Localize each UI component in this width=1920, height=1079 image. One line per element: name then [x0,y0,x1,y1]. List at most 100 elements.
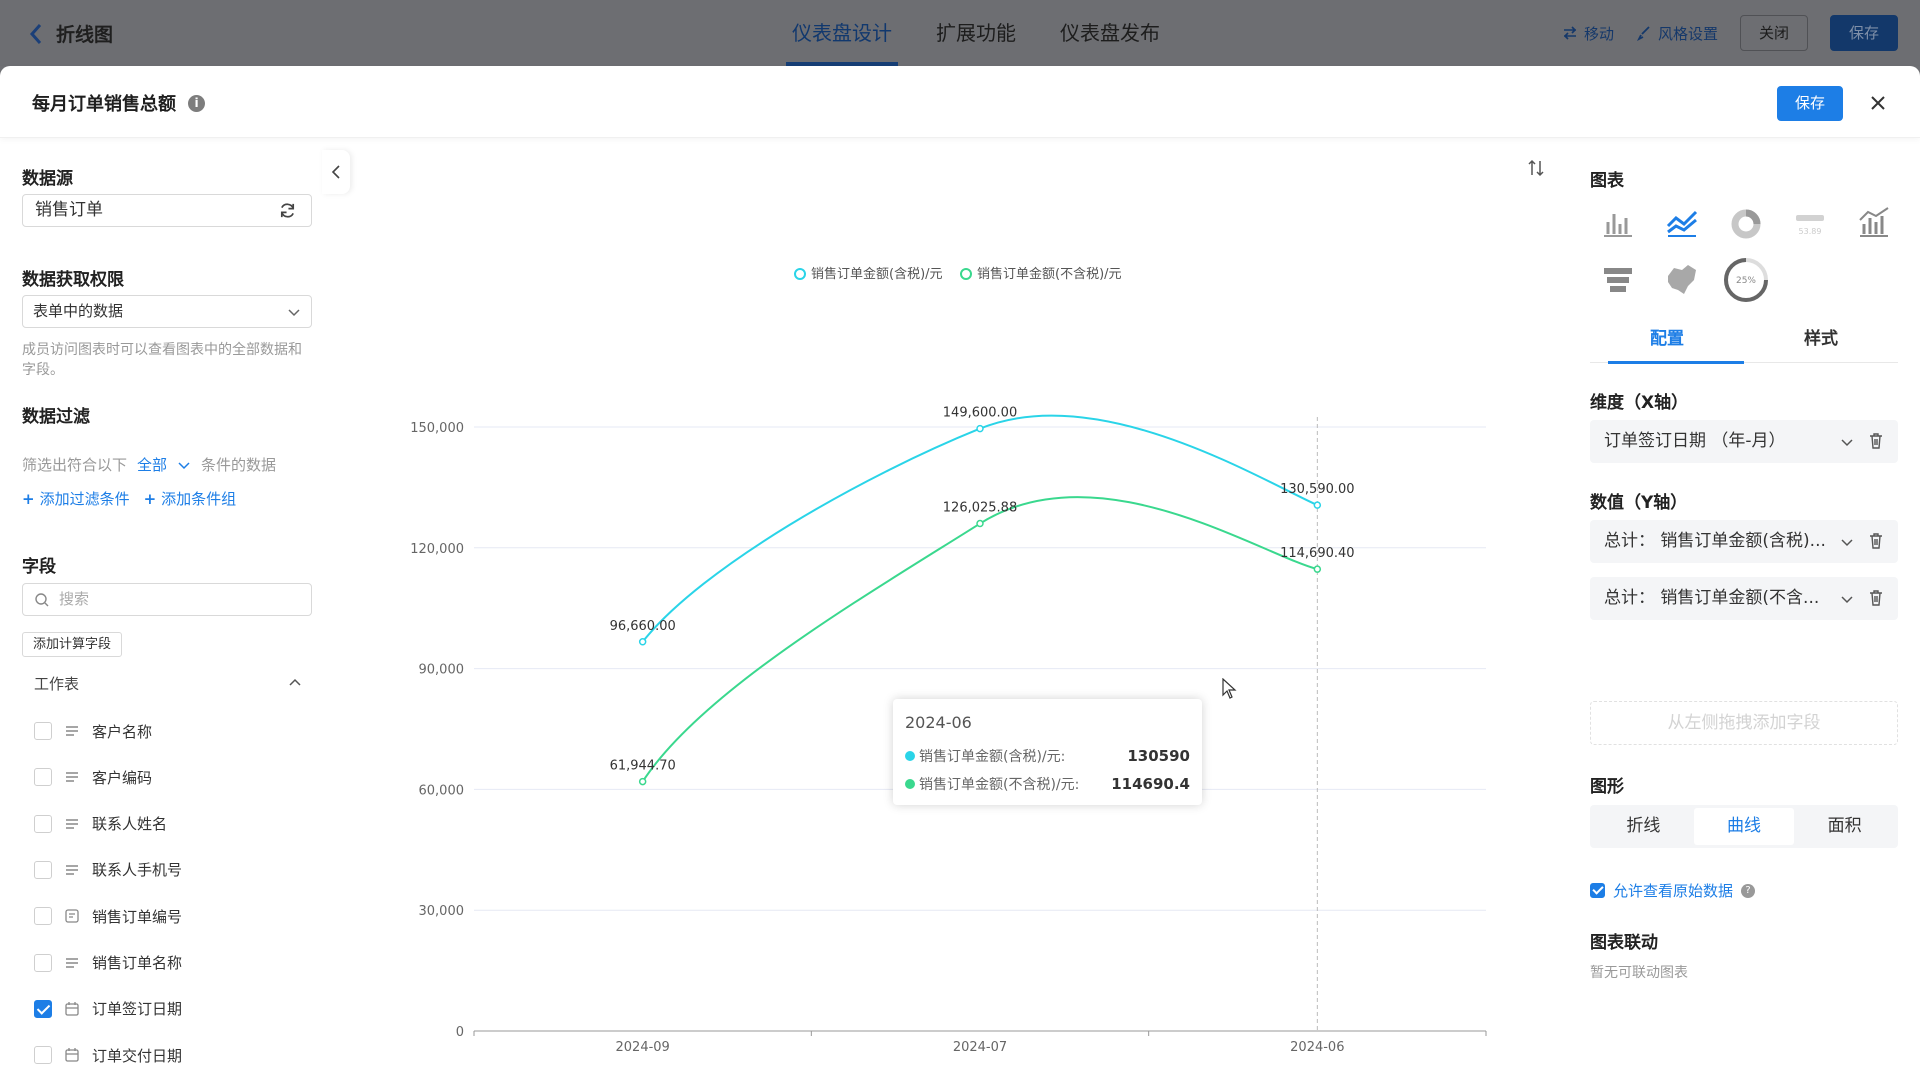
tab-extensions[interactable]: 扩展功能 [914,0,1038,66]
data-label: 126,025.88 [943,501,1017,516]
chart-title-text[interactable]: 每月订单销售总额 [32,90,176,116]
series-dot-icon [905,751,915,761]
chevron-down-icon[interactable] [1840,592,1854,606]
field-search-input[interactable]: 搜索 [22,583,312,616]
field-item[interactable]: 订单交付日期 [34,1044,182,1066]
back-label: 折线图 [56,24,114,46]
tab-style[interactable]: 样式 [1744,323,1898,362]
dialog-save-button[interactable]: 保存 [1777,86,1843,121]
calendar-icon [65,1001,79,1016]
shape-option-line[interactable]: 折线 [1593,808,1694,845]
close-button[interactable]: 关闭 [1739,15,1808,51]
field-checkbox[interactable] [34,953,52,972]
field-item[interactable]: 销售订单编号 [34,905,182,927]
field-label: 订单交付日期 [92,1046,183,1065]
allow-raw-data-checkbox[interactable] [1590,883,1605,898]
map-chart-icon[interactable] [1662,260,1702,300]
bar-chart-icon[interactable] [1598,204,1638,244]
trash-icon[interactable] [1868,432,1884,450]
field-item[interactable]: 联系人手机号 [34,859,182,881]
gauge-chart-icon[interactable]: 25% [1722,256,1770,304]
trash-icon[interactable] [1868,589,1884,607]
move-label: 移动 [1583,24,1614,43]
datasource-value: 销售订单 [35,200,103,220]
worksheet-group-header[interactable]: 工作表 [34,673,312,694]
chevron-down-icon[interactable] [177,458,191,472]
field-item[interactable]: 客户编码 [34,766,152,788]
x-tick-label: 2024-07 [953,1040,1007,1055]
trash-icon[interactable] [1868,532,1884,550]
close-icon[interactable] [1865,90,1891,116]
field-item[interactable]: 销售订单名称 [34,952,182,974]
top-tabs: 仪表盘设计 扩展功能 仪表盘发布 [770,0,1182,66]
field-checkbox[interactable] [34,722,52,740]
field-item[interactable]: 联系人姓名 [34,813,167,835]
value-field[interactable]: 总计： 销售订单金额(含税)... [1590,520,1898,563]
field-drop-zone[interactable]: 从左侧拖拽添加字段 [1590,701,1898,745]
line-chart-icon[interactable] [1662,204,1702,244]
permission-select[interactable]: 表单中的数据 [22,295,312,328]
dimension-title: 维度（X轴） [1590,393,1689,413]
filter-title: 数据过滤 [22,407,90,427]
filter-actions: + 添加过滤条件 + 添加条件组 [22,488,236,509]
field-checkbox[interactable] [34,768,52,787]
add-group-button[interactable]: + 添加条件组 [144,488,237,509]
donut-chart-icon[interactable] [1726,204,1766,244]
data-label: 114,690.40 [1280,546,1354,561]
tab-config[interactable]: 配置 [1590,323,1744,364]
swap-axes-icon[interactable] [1526,158,1546,178]
style-settings-button[interactable]: 风格设置 [1636,23,1718,44]
add-filter-button[interactable]: + 添加过滤条件 [22,488,130,509]
data-label: 130,590.00 [1280,482,1354,497]
field-checkbox[interactable] [34,1046,52,1065]
text-lines-icon [66,957,78,968]
chevron-up-icon [289,678,301,686]
chevron-left-icon [29,23,42,44]
legend-marker [794,268,806,280]
field-checkbox[interactable] [34,907,52,926]
right-config-panel: 图表 53.89 25% 配置 样式 维度（X轴） 订单签订日期 （年-月） 数… [1590,138,1920,1079]
chevron-down-icon[interactable] [1840,535,1854,549]
linkage-empty-text: 暂无可联动图表 [1590,965,1688,981]
value-field[interactable]: 总计： 销售订单金额(不含... [1590,577,1898,620]
dimension-field[interactable]: 订单签订日期 （年-月） [1590,420,1898,463]
tooltip-series-name: 销售订单金额(不含税)/元: [919,777,1080,793]
chart-area: 0 30,000 60,000 90,000 120,000 150,000 2024-09… [350,138,1550,1079]
collapse-panel-button[interactable] [322,150,350,194]
y-tick-label: 0 [456,1025,464,1040]
value-field-label: 总计： 销售订单金额(含税)... [1604,531,1826,551]
linkage-title: 图表联动 [1590,933,1658,953]
field-checkbox[interactable] [34,860,52,879]
help-icon[interactable]: ? [1741,883,1756,898]
combo-chart-icon[interactable] [1854,204,1894,244]
field-item[interactable]: 客户名称 [34,720,152,742]
field-item[interactable]: 订单签订日期 [34,998,182,1020]
allow-raw-data-option[interactable]: 允许查看原始数据 ? [1590,880,1756,901]
chevron-down-icon[interactable] [1840,435,1854,449]
shape-title: 图形 [1590,777,1624,797]
refresh-icon[interactable] [278,201,297,220]
filter-mode-select[interactable]: 全部 [137,454,167,475]
legend-marker [960,268,972,280]
info-icon[interactable]: i [188,94,205,112]
add-calc-field-button[interactable]: 添加计算字段 [22,632,123,657]
y-tick-label: 30,000 [419,904,465,919]
tooltip-row: 销售订单金额(含税)/元: 130590 [905,742,1190,770]
y-tick-label: 90,000 [419,663,465,678]
field-checkbox[interactable] [34,814,52,833]
line-chart: 0 30,000 60,000 90,000 120,000 150,000 2024-09… [410,266,1487,1055]
tab-dashboard-publish[interactable]: 仪表盘发布 [1038,0,1182,66]
back-button[interactable]: 折线图 [28,20,113,47]
number-card-icon[interactable]: 53.89 [1790,204,1830,244]
left-config-panel: 数据源 销售订单 数据获取权限 表单中的数据 成员访问图表时可以查看图表中的全部… [0,138,335,1079]
funnel-chart-icon[interactable] [1598,260,1638,300]
move-button[interactable]: 移动 [1562,23,1614,44]
y-tick-label: 60,000 [419,783,465,798]
field-checkbox[interactable] [34,999,52,1018]
text-lines-icon [66,726,78,736]
shape-option-area[interactable]: 面积 [1794,808,1895,845]
tab-dashboard-design[interactable]: 仪表盘设计 [770,0,914,66]
top-save-button[interactable]: 保存 [1829,15,1898,51]
datasource-field[interactable]: 销售订单 [22,194,312,227]
shape-option-curve[interactable]: 曲线 [1693,808,1795,845]
